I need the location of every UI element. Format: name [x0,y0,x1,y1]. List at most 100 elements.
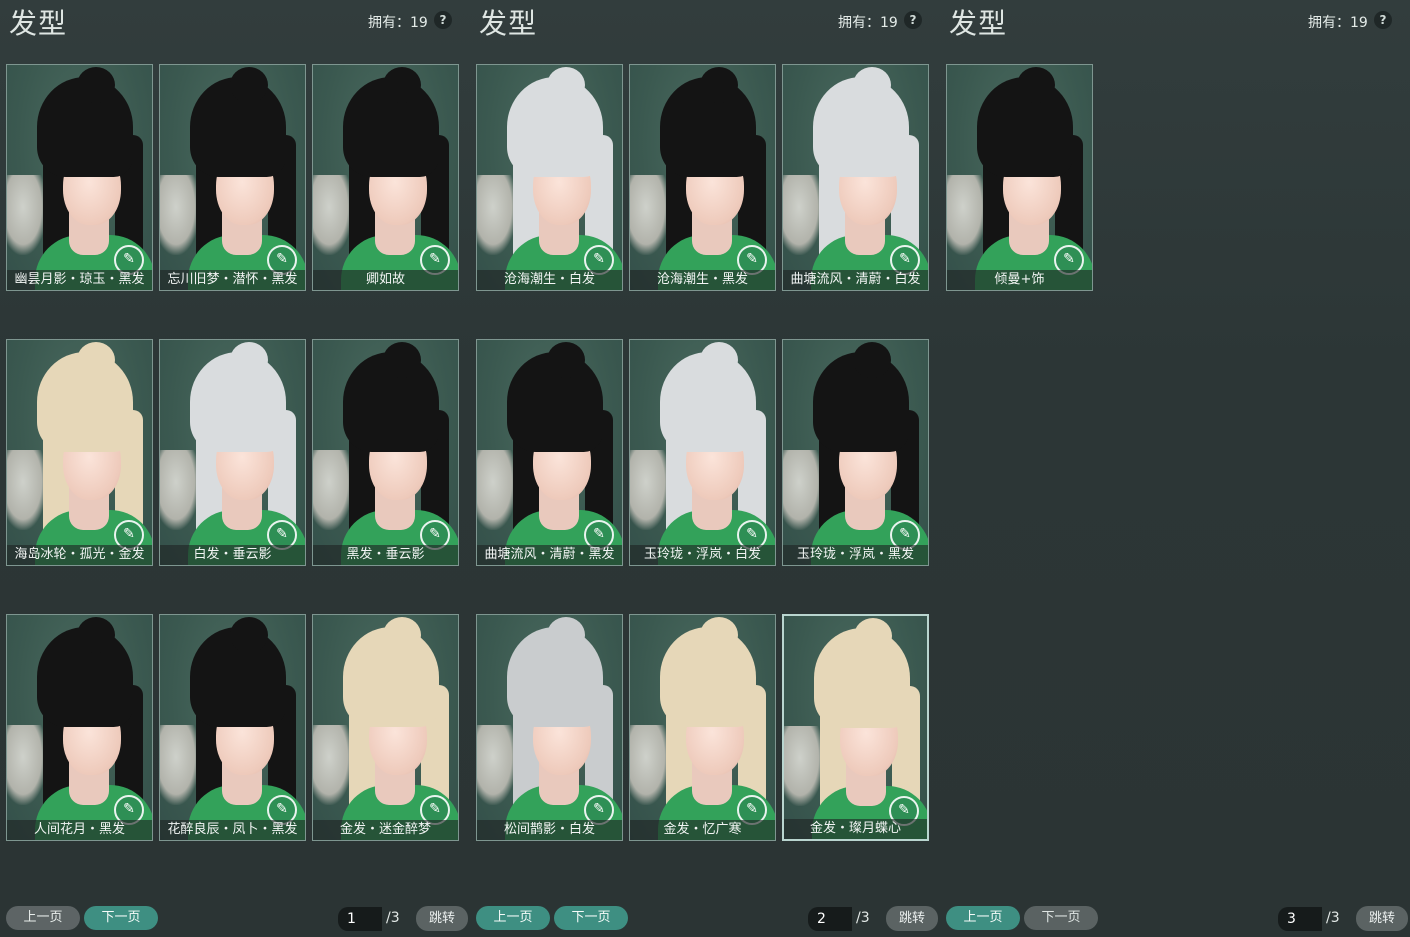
pet-tiger-image [7,175,47,255]
pet-tiger-image [783,175,823,255]
hair-bun-image [230,617,268,653]
hairstyle-card[interactable]: ✎ 玉玲珑・浮岚・黑发 [782,339,929,566]
hairstyle-card[interactable]: ✎ 黑发・垂云影 [312,339,459,566]
hair-bun-image [77,342,115,378]
hairstyle-name: 黑发・垂云影 [313,545,458,565]
pet-tiger-image [477,450,517,530]
hairstyle-name: 玉玲珑・浮岚・黑发 [783,545,928,565]
hairstyle-name: 卿如故 [313,270,458,290]
hairstyle-name: 花醉良辰・凤卜・黑发 [160,820,305,840]
pet-tiger-image [630,450,670,530]
hairstyle-panel-page-3: 发型 拥有：19? ✎ 倾曼+饰上一页 下一页 3/3 跳转 [940,0,1410,937]
hairstyle-card[interactable]: ✎ 金发・迷金醉梦 [312,614,459,841]
hairstyle-name: 金发・璨月蝶心 [784,819,927,839]
pet-tiger-image [630,175,670,255]
pet-tiger-image [477,175,517,255]
panel-title: 发型 [479,7,538,40]
help-icon[interactable]: ? [1374,11,1392,29]
prev-page-button[interactable]: 上一页 [476,906,550,930]
hairstyle-panel-page-1: 发型 拥有：19? ✎ 幽昙月影・琼玉・黑发 ✎ 忘川旧梦・潜怀・黑发 ✎ 卿如故 ✎ 海岛冰轮・… [0,0,470,937]
owned-count: 拥有：19 [1308,15,1368,31]
page-number-input[interactable]: 2 [808,907,852,931]
panel-title: 发型 [949,7,1008,40]
hairstyle-card[interactable]: ✎ 沧海潮生・黑发 [629,64,776,291]
help-icon[interactable]: ? [434,11,452,29]
hairstyle-card[interactable]: ✎ 白发・垂云影 [159,339,306,566]
hair-bun-image [383,342,421,378]
hair-bun-image [230,67,268,103]
hairstyle-name: 曲塘流风・清蔚・白发 [783,270,928,290]
pet-tiger-image [7,725,47,805]
hairstyle-card[interactable]: ✎ 倾曼+饰 [946,64,1093,291]
panel-title: 发型 [9,7,68,40]
hairstyle-name: 沧海潮生・黑发 [630,270,775,290]
hairstyle-card[interactable]: ✎ 花醉良辰・凤卜・黑发 [159,614,306,841]
page-total: /3 [1326,910,1340,926]
pet-tiger-image [630,725,670,805]
hair-bun-image [547,342,585,378]
pet-tiger-image [313,725,353,805]
hair-bun-image [230,342,268,378]
hairstyle-name: 白发・垂云影 [160,545,305,565]
hairstyle-card[interactable]: ✎ 幽昙月影・琼玉・黑发 [6,64,153,291]
owned-count: 拥有：19 [368,15,428,31]
hair-bun-image [700,617,738,653]
hairstyle-card[interactable]: ✎ 玉玲珑・浮岚・白发 [629,339,776,566]
pet-tiger-image [477,725,517,805]
hair-bun-image [1017,67,1055,103]
hairstyle-name: 幽昙月影・琼玉・黑发 [7,270,152,290]
pet-tiger-image [947,175,987,255]
owned-count: 拥有：19 [838,15,898,31]
pet-tiger-image [160,175,200,255]
hairstyle-card[interactable]: ✎ 金发・璨月蝶心 [782,614,929,841]
hairstyle-card[interactable]: ✎ 曲塘流风・清蔚・黑发 [476,339,623,566]
help-icon[interactable]: ? [904,11,922,29]
hairstyle-card[interactable]: ✎ 海岛冰轮・孤光・金发 [6,339,153,566]
hairstyle-card[interactable]: ✎ 人间花月・黑发 [6,614,153,841]
hair-bun-image [77,617,115,653]
hair-bun-image [547,67,585,103]
next-page-button[interactable]: 下一页 [84,906,158,930]
page-total: /3 [386,910,400,926]
jump-button[interactable]: 跳转 [416,906,468,931]
hair-bun-image [383,617,421,653]
hair-bun-image [854,618,892,654]
hairstyle-name: 玉玲珑・浮岚・白发 [630,545,775,565]
pet-tiger-image [313,175,353,255]
hairstyle-name: 金发・迷金醉梦 [313,820,458,840]
pet-tiger-image [160,450,200,530]
page-total: /3 [856,910,870,926]
hairstyle-name: 松间鹊影・白发 [477,820,622,840]
hair-bun-image [383,67,421,103]
pet-tiger-image [783,450,823,530]
pet-tiger-image [784,726,824,806]
hairstyle-name: 忘川旧梦・潜怀・黑发 [160,270,305,290]
hairstyle-card[interactable]: ✎ 曲塘流风・清蔚・白发 [782,64,929,291]
hairstyle-card[interactable]: ✎ 沧海潮生・白发 [476,64,623,291]
pet-tiger-image [313,450,353,530]
hair-bun-image [547,617,585,653]
page-number-input[interactable]: 3 [1278,907,1322,931]
hairstyle-name: 人间花月・黑发 [7,820,152,840]
hairstyle-panel-page-2: 发型 拥有：19? ✎ 沧海潮生・白发 ✎ 沧海潮生・黑发 ✎ 曲塘流风・清蔚・白发 ✎ 曲塘流风… [470,0,940,937]
prev-page-button[interactable]: 上一页 [946,906,1020,930]
next-page-button[interactable]: 下一页 [554,906,628,930]
hairstyle-name: 海岛冰轮・孤光・金发 [7,545,152,565]
prev-page-button[interactable]: 上一页 [6,906,80,930]
hairstyle-name: 金发・忆广寒 [630,820,775,840]
hair-bun-image [853,67,891,103]
jump-button[interactable]: 跳转 [886,906,938,931]
hairstyle-name: 沧海潮生・白发 [477,270,622,290]
hair-bun-image [700,67,738,103]
hairstyle-name: 曲塘流风・清蔚・黑发 [477,545,622,565]
page-number-input[interactable]: 1 [338,907,382,931]
jump-button[interactable]: 跳转 [1356,906,1408,931]
hairstyle-card[interactable]: ✎ 松间鹊影・白发 [476,614,623,841]
hairstyle-card[interactable]: ✎ 忘川旧梦・潜怀・黑发 [159,64,306,291]
hair-bun-image [700,342,738,378]
hairstyle-name: 倾曼+饰 [947,270,1092,290]
hairstyle-card[interactable]: ✎ 金发・忆广寒 [629,614,776,841]
next-page-button[interactable]: 下一页 [1024,906,1098,930]
hairstyle-card[interactable]: ✎ 卿如故 [312,64,459,291]
pet-tiger-image [160,725,200,805]
